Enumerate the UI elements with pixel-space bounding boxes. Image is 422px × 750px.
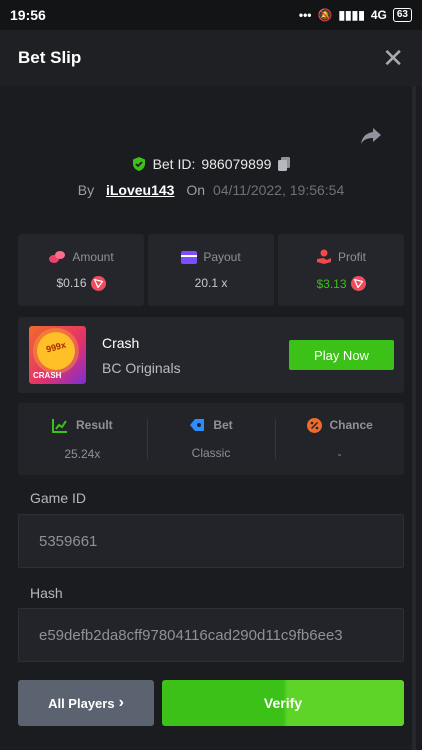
status-icons: ••• 🔕 ▮▮▮▮ 4G 63 [299,8,412,22]
profit-hand-icon [316,249,331,264]
bet-slip-panel: Bet ID: 986079899 By iLoveu143 On 04/11/… [0,86,422,750]
wallet-icon [181,250,198,264]
result-row: Result 25.24x Bet Classic Chance - [18,403,404,475]
verify-button[interactable]: Verify [162,680,404,726]
share-icon[interactable] [360,126,382,146]
game-id-field[interactable]: 5359661 [18,514,404,568]
all-players-button[interactable]: All Players › [18,680,154,726]
all-players-label: All Players [48,695,115,711]
close-icon[interactable]: ✕ [382,45,404,71]
result-value: 25.24x [64,446,101,461]
stat-label: Amount [72,249,114,264]
coins-icon [49,250,66,263]
play-now-button[interactable]: Play Now [289,340,394,370]
stat-profit: Profit $3.13 [278,234,404,306]
game-provider: BC Originals [102,360,181,376]
page-title: Bet Slip [18,48,82,67]
signal-icon: ▮▮▮▮ [338,8,365,22]
game-name: Crash [102,335,140,351]
stat-value: $3.13 [316,276,347,291]
stat-label: Profit [337,249,366,264]
game-card: 999x CRASH Crash BC Originals Play Now [18,317,404,393]
status-bar: 19:56 ••• 🔕 ▮▮▮▮ 4G 63 [0,0,422,30]
trx-coin-icon [90,275,106,291]
by-label: By [77,182,95,198]
result-column: Result 25.24x [18,403,147,475]
bet-id-value: 986079899 [201,156,272,172]
stat-payout: Payout 20.1 x [148,234,274,306]
bet-id-label: Bet ID: [152,156,196,172]
stat-label: Payout [203,250,241,264]
chance-column: Chance - [275,403,404,475]
stat-value: 20.1 x [194,276,228,290]
percent-icon [306,417,322,433]
bet-value: Classic [191,446,231,460]
shield-check-icon [132,157,145,171]
scrollbar[interactable] [412,86,416,750]
result-label: Result [75,418,113,432]
mute-icon: 🔕 [317,8,333,22]
network-type: 4G [370,8,387,22]
game-thumbnail[interactable]: 999x CRASH [29,326,86,384]
stats-row: Amount $0.16 Payout 20.1 x Profit $3.13 [18,234,404,306]
hash-field[interactable]: e59defb2da8cff97804116cad290d11c9fb6ee3 [18,608,404,662]
bet-date: 04/11/2022, 19:56:54 [212,182,345,198]
bet-slip-header: Bet Slip ✕ [0,30,422,86]
stat-value: $0.16 [56,276,87,290]
copy-icon[interactable] [277,156,291,172]
more-icon: ••• [298,8,312,22]
trx-coin-icon [350,276,366,291]
chance-label: Chance [329,418,373,432]
tag-icon [190,419,205,431]
bet-byline: By iLoveu143 On 04/11/2022, 19:56:54 [0,182,422,198]
chart-icon [51,418,67,433]
status-time: 19:56 [10,7,46,23]
bet-label: Bet [213,418,233,432]
bet-column: Bet Classic [146,403,276,475]
battery-icon: 63 [392,8,412,22]
on-label: On [186,182,206,198]
stat-amount: Amount $0.16 [18,234,144,306]
username-link[interactable]: iLoveu143 [106,182,174,198]
bet-id-row: Bet ID: 986079899 [0,156,422,172]
game-id-label: Game ID [30,490,87,506]
hash-label: Hash [30,585,63,601]
chevron-right-icon: › [118,694,124,711]
thumb-text: CRASH [33,371,62,380]
chance-value: - [337,446,342,461]
